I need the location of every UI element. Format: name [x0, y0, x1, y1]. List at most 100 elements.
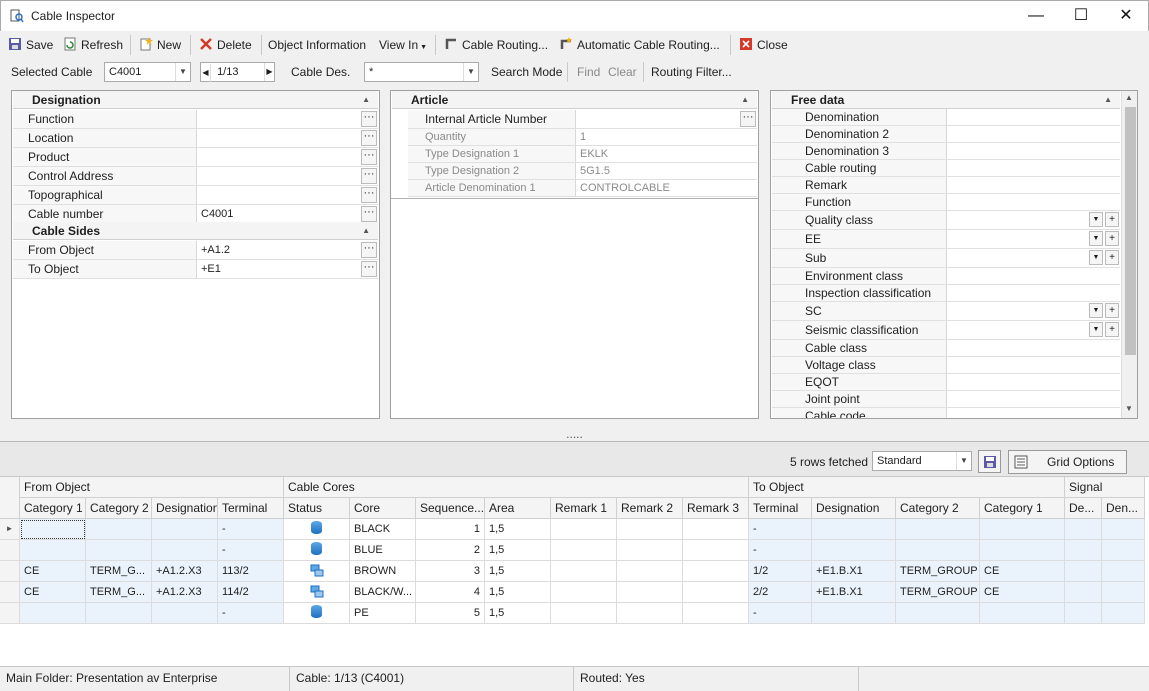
scroll-up-arrow-icon[interactable]: ▲: [1125, 93, 1133, 102]
refresh-button[interactable]: Refresh: [63, 37, 123, 53]
grid-cell[interactable]: [617, 540, 683, 561]
dropdown-arrow-icon[interactable]: ▼: [1089, 322, 1103, 337]
plus-icon[interactable]: +: [1105, 212, 1119, 227]
grid-cell[interactable]: [1065, 603, 1102, 624]
grid-cell[interactable]: 113/2: [218, 561, 284, 582]
grid-cell[interactable]: [284, 561, 350, 582]
grid-cell[interactable]: 5: [416, 603, 485, 624]
grid-cell[interactable]: [1065, 561, 1102, 582]
grid-cell[interactable]: [86, 519, 152, 540]
grid-cell[interactable]: 3: [416, 561, 485, 582]
close-window-button[interactable]: ✕: [1103, 1, 1149, 31]
property-row[interactable]: From Object +A1.2 ···: [13, 241, 378, 260]
free-data-row[interactable]: Voltage class: [772, 357, 1120, 374]
grid-cell[interactable]: -: [218, 603, 284, 624]
property-value[interactable]: +E1: [197, 260, 221, 278]
grid-cell[interactable]: [551, 540, 617, 561]
grid-cell[interactable]: +E1.B.X1: [812, 561, 896, 582]
grid-cell[interactable]: [284, 540, 350, 561]
grid-cell[interactable]: CE: [20, 582, 86, 603]
grid-cell[interactable]: [617, 561, 683, 582]
property-value[interactable]: [197, 167, 201, 185]
grid-cell[interactable]: [551, 582, 617, 603]
column-header[interactable]: De...: [1065, 498, 1102, 519]
delete-button[interactable]: Delete: [199, 37, 252, 53]
property-value[interactable]: C4001: [197, 205, 233, 223]
grid-cell[interactable]: BLACK/W...: [350, 582, 416, 603]
free-data-row[interactable]: Sub ▼ +: [772, 249, 1120, 268]
grid-cell[interactable]: +E1.B.X1: [812, 582, 896, 603]
free-data-row[interactable]: Denomination 2: [772, 126, 1120, 143]
column-header[interactable]: Remark 1: [551, 498, 617, 519]
property-value[interactable]: [197, 129, 201, 147]
row-indicator[interactable]: [0, 540, 20, 561]
column-header[interactable]: Designation: [152, 498, 218, 519]
grid-cell[interactable]: TERM_G...: [86, 561, 152, 582]
collapse-arrow-icon[interactable]: ▲: [741, 91, 749, 109]
grid-cell[interactable]: 114/2: [218, 582, 284, 603]
column-header[interactable]: Status: [284, 498, 350, 519]
plus-icon[interactable]: +: [1105, 322, 1119, 337]
scroll-down-arrow-icon[interactable]: ▼: [1125, 404, 1133, 413]
grid-cell[interactable]: [617, 582, 683, 603]
property-row[interactable]: Function ···: [13, 110, 378, 129]
grid-cell[interactable]: [1065, 582, 1102, 603]
grid-cell[interactable]: PE: [350, 603, 416, 624]
grid-cell[interactable]: BLACK: [350, 519, 416, 540]
grid-cell[interactable]: -: [218, 540, 284, 561]
collapse-arrow-icon[interactable]: ▲: [1104, 91, 1112, 109]
column-header[interactable]: Category 1: [980, 498, 1065, 519]
grid-cell[interactable]: 1,5: [485, 582, 551, 603]
grid-cell[interactable]: [683, 540, 749, 561]
grid-cell[interactable]: 1,5: [485, 540, 551, 561]
grid-cell[interactable]: [896, 540, 980, 561]
grid-cell[interactable]: 1,5: [485, 561, 551, 582]
ellipsis-button[interactable]: ···: [740, 111, 756, 127]
grid-cell[interactable]: [86, 540, 152, 561]
row-indicator[interactable]: [0, 582, 20, 603]
column-header[interactable]: Terminal: [218, 498, 284, 519]
grid-cell[interactable]: [152, 540, 218, 561]
vertical-scrollbar[interactable]: ▲ ▼: [1121, 91, 1137, 418]
property-value[interactable]: [576, 110, 580, 128]
object-information-button[interactable]: Object Information: [268, 37, 366, 53]
column-header[interactable]: Designation: [812, 498, 896, 519]
chevron-down-icon[interactable]: ▼: [956, 452, 971, 470]
prev-cable-arrow-icon[interactable]: ◀: [201, 64, 211, 82]
ellipsis-button[interactable]: ···: [361, 111, 377, 127]
grid-cell[interactable]: TERM_GROUP: [896, 561, 980, 582]
clear-button[interactable]: Clear: [608, 65, 637, 79]
next-cable-arrow-icon[interactable]: ▶: [264, 63, 274, 81]
automatic-cable-routing-button[interactable]: Automatic Cable Routing...: [559, 37, 720, 53]
column-header[interactable]: Core: [350, 498, 416, 519]
free-data-row[interactable]: Cable code: [772, 408, 1120, 418]
ellipsis-button[interactable]: ···: [361, 149, 377, 165]
grid-cell[interactable]: [812, 519, 896, 540]
grid-cell[interactable]: [20, 603, 86, 624]
grid-cell[interactable]: [20, 540, 86, 561]
free-data-row[interactable]: Denomination 3: [772, 143, 1120, 160]
grid-cell[interactable]: [152, 519, 218, 540]
grid-cell[interactable]: CE: [20, 561, 86, 582]
grid-cell[interactable]: [1102, 561, 1145, 582]
column-header[interactable]: Category 2: [86, 498, 152, 519]
dropdown-arrow-icon[interactable]: ▼: [1089, 212, 1103, 227]
scrollbar-thumb[interactable]: [1125, 107, 1136, 355]
grid-cell[interactable]: [683, 582, 749, 603]
free-data-row[interactable]: EE ▼ +: [772, 230, 1120, 249]
plus-icon[interactable]: +: [1105, 303, 1119, 318]
dropdown-arrow-icon[interactable]: ▼: [1089, 250, 1103, 265]
grid-cell[interactable]: BROWN: [350, 561, 416, 582]
grid-cell[interactable]: [896, 603, 980, 624]
grid-cell[interactable]: [284, 519, 350, 540]
grid-cell[interactable]: 1: [416, 519, 485, 540]
property-value[interactable]: [197, 110, 201, 128]
grid-cell[interactable]: -: [218, 519, 284, 540]
ellipsis-button[interactable]: ···: [361, 187, 377, 203]
grid-cell[interactable]: [551, 603, 617, 624]
property-row[interactable]: Control Address ···: [13, 167, 378, 186]
grid-cell[interactable]: [812, 540, 896, 561]
column-header[interactable]: Remark 2: [617, 498, 683, 519]
free-data-row[interactable]: Cable class: [772, 340, 1120, 357]
free-data-row[interactable]: Cable routing: [772, 160, 1120, 177]
